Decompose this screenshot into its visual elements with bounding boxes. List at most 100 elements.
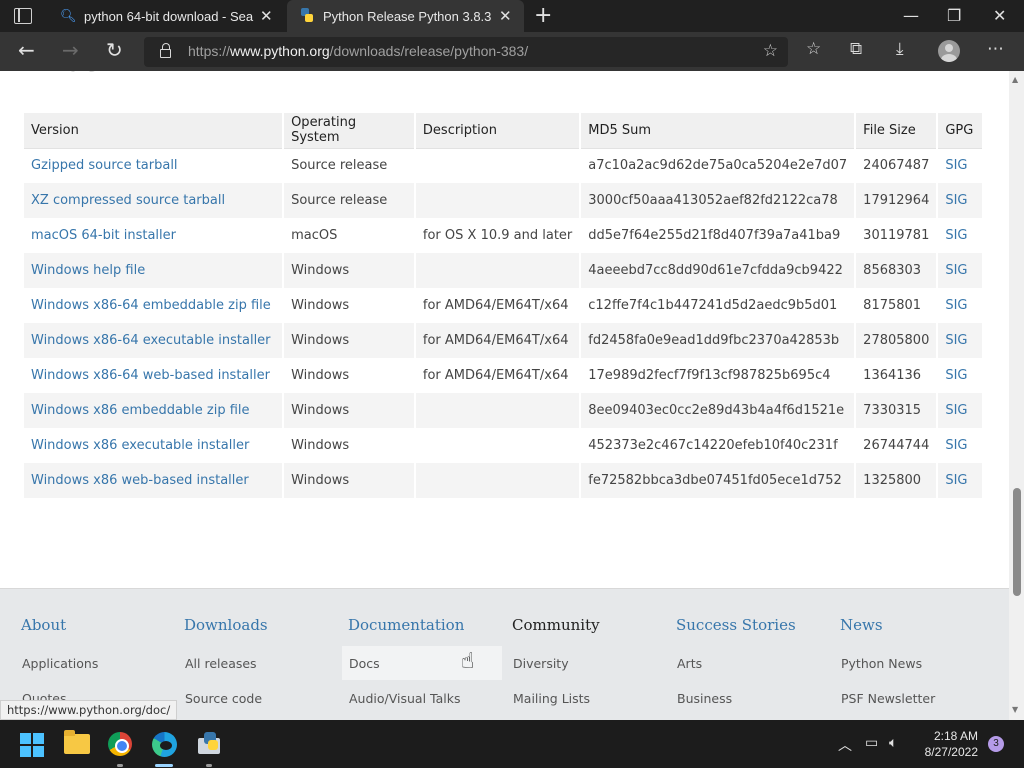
profile-avatar[interactable]: [938, 40, 960, 62]
close-window-icon[interactable]: ✕: [993, 6, 1006, 25]
restore-icon[interactable]: ❐: [947, 6, 961, 25]
version-link[interactable]: Gzipped source tarball: [31, 158, 178, 173]
footer-heading[interactable]: Success Stories: [676, 616, 796, 634]
sig-link[interactable]: SIG: [945, 158, 967, 173]
file-size-cell: 8175801: [855, 288, 939, 323]
version-cell: Windows x86 web-based installer: [24, 463, 285, 498]
sig-link[interactable]: SIG: [945, 438, 967, 453]
refresh-icon[interactable]: ↻: [106, 38, 123, 62]
sig-cell: SIG: [937, 358, 984, 393]
footer-link[interactable]: Business: [677, 691, 732, 706]
minimize-icon[interactable]: —: [903, 6, 919, 25]
start-icon[interactable]: [20, 733, 44, 757]
description-cell: [414, 463, 582, 498]
tab-actions-icon[interactable]: [14, 8, 32, 24]
forward-icon[interactable]: →: [62, 38, 79, 62]
taskbar: ︿ ▭ 🔈︎ 2:18 AM 8/27/2022 3: [0, 720, 1024, 768]
footer-heading[interactable]: Downloads: [184, 616, 268, 634]
new-tab-icon[interactable]: +: [534, 3, 552, 28]
close-tab-icon[interactable]: ✕: [260, 7, 273, 25]
lock-icon[interactable]: [160, 43, 171, 58]
column-header: File Size: [855, 113, 939, 149]
sig-cell: SIG: [937, 183, 984, 218]
add-favorite-icon[interactable]: ☆: [763, 41, 778, 61]
version-link[interactable]: Windows x86 embeddable zip file: [31, 403, 250, 418]
version-link[interactable]: Windows x86-64 embeddable zip file: [31, 298, 271, 313]
footer-link[interactable]: Arts: [677, 656, 702, 671]
collections-icon[interactable]: ⧉: [850, 39, 862, 59]
sig-link[interactable]: SIG: [945, 228, 967, 243]
sig-link[interactable]: SIG: [945, 263, 967, 278]
footer-link[interactable]: Diversity: [513, 656, 569, 671]
more-icon[interactable]: ⋯: [987, 39, 1004, 59]
sig-link[interactable]: SIG: [945, 333, 967, 348]
description-cell: [414, 393, 582, 428]
chrome-icon[interactable]: [108, 732, 132, 756]
column-header: Version: [24, 113, 285, 149]
table-row: Gzipped source tarball Source release a7c1…: [24, 148, 984, 183]
version-link[interactable]: Windows x86-64 web-based installer: [31, 368, 270, 383]
chevron-up-icon[interactable]: ︿: [838, 735, 852, 755]
version-link[interactable]: macOS 64-bit installer: [31, 228, 176, 243]
running-indicator: [206, 764, 212, 767]
version-link[interactable]: XZ compressed source tarball: [31, 193, 225, 208]
footer-link[interactable]: Applications: [22, 656, 98, 671]
sig-cell: SIG: [937, 463, 984, 498]
footer-link[interactable]: PSF Newsletter: [841, 691, 935, 706]
table-row: Windows x86-64 executable installer Windo…: [24, 323, 984, 358]
sig-link[interactable]: SIG: [945, 193, 967, 208]
footer-heading[interactable]: About: [21, 616, 66, 634]
footer-link[interactable]: Mailing Lists: [513, 691, 590, 706]
downloads-icon[interactable]: ⤓: [896, 39, 904, 59]
version-link[interactable]: Windows x86-64 executable installer: [31, 333, 271, 348]
version-link[interactable]: Windows x86 web-based installer: [31, 473, 249, 488]
version-link[interactable]: Windows x86 executable installer: [31, 438, 249, 453]
column-header: Operating System: [283, 113, 416, 149]
footer-link[interactable]: Source code: [185, 691, 262, 706]
address-bar[interactable]: https://www.python.org/downloads/release…: [144, 37, 788, 67]
file-size-cell: 7330315: [855, 393, 939, 428]
file-explorer-icon[interactable]: [64, 730, 90, 754]
close-tab-icon[interactable]: ✕: [499, 7, 512, 25]
clock-time: 2:18 AM: [933, 729, 978, 743]
scroll-down-icon[interactable]: ▼: [1012, 705, 1018, 714]
scrollbar-thumb[interactable]: [1013, 488, 1021, 596]
edge-icon[interactable]: [152, 732, 177, 757]
sig-cell: SIG: [937, 288, 984, 323]
sig-link[interactable]: SIG: [945, 473, 967, 488]
description-cell: for AMD64/EM64T/x64: [414, 288, 582, 323]
file-size-cell: 8568303: [855, 253, 939, 288]
python-installer-icon[interactable]: [196, 732, 222, 756]
footer-link[interactable]: Python News: [841, 656, 922, 671]
network-icon[interactable]: ▭: [865, 735, 878, 751]
version-cell: Gzipped source tarball: [24, 148, 285, 183]
table-row: Windows x86-64 embeddable zip file Window…: [24, 288, 984, 323]
tab-python-release[interactable]: Python Release Python 3.8.3 | Python ✕: [287, 0, 524, 32]
volume-icon[interactable]: 🔈︎: [889, 735, 897, 751]
favorites-icon[interactable]: ☆: [806, 39, 821, 59]
clock[interactable]: 2:18 AM 8/27/2022: [918, 728, 978, 760]
scroll-up-icon[interactable]: ▲: [1012, 75, 1018, 84]
footer-link[interactable]: Docs: [349, 656, 380, 671]
sig-link[interactable]: SIG: [945, 368, 967, 383]
tab-search[interactable]: 🔍︎ python 64-bit download - Search ✕: [48, 0, 284, 32]
version-link[interactable]: Windows help file: [31, 263, 145, 278]
footer-heading[interactable]: Documentation: [348, 616, 464, 634]
footer-link[interactable]: All releases: [185, 656, 257, 671]
footer-heading[interactable]: Community: [512, 616, 600, 634]
description-cell: [414, 183, 582, 218]
footer-heading[interactable]: News: [840, 616, 883, 634]
sig-cell: SIG: [937, 428, 984, 463]
back-icon[interactable]: ←: [18, 38, 35, 62]
page-scrollbar[interactable]: ▲ ▼: [1009, 71, 1024, 720]
version-cell: macOS 64-bit installer: [24, 218, 285, 253]
clock-date: 8/27/2022: [924, 745, 978, 759]
md5-cell: 3000cf50aaa413052aef82fd2122ca78: [580, 183, 857, 218]
footer-link[interactable]: Audio/Visual Talks: [349, 691, 460, 706]
url-text[interactable]: https://www.python.org/downloads/release…: [188, 43, 528, 59]
notification-badge[interactable]: 3: [988, 736, 1004, 752]
description-cell: [414, 148, 582, 183]
sig-link[interactable]: SIG: [945, 403, 967, 418]
sig-link[interactable]: SIG: [945, 298, 967, 313]
web-page: Files Version Operating System Descripti…: [0, 71, 1009, 720]
